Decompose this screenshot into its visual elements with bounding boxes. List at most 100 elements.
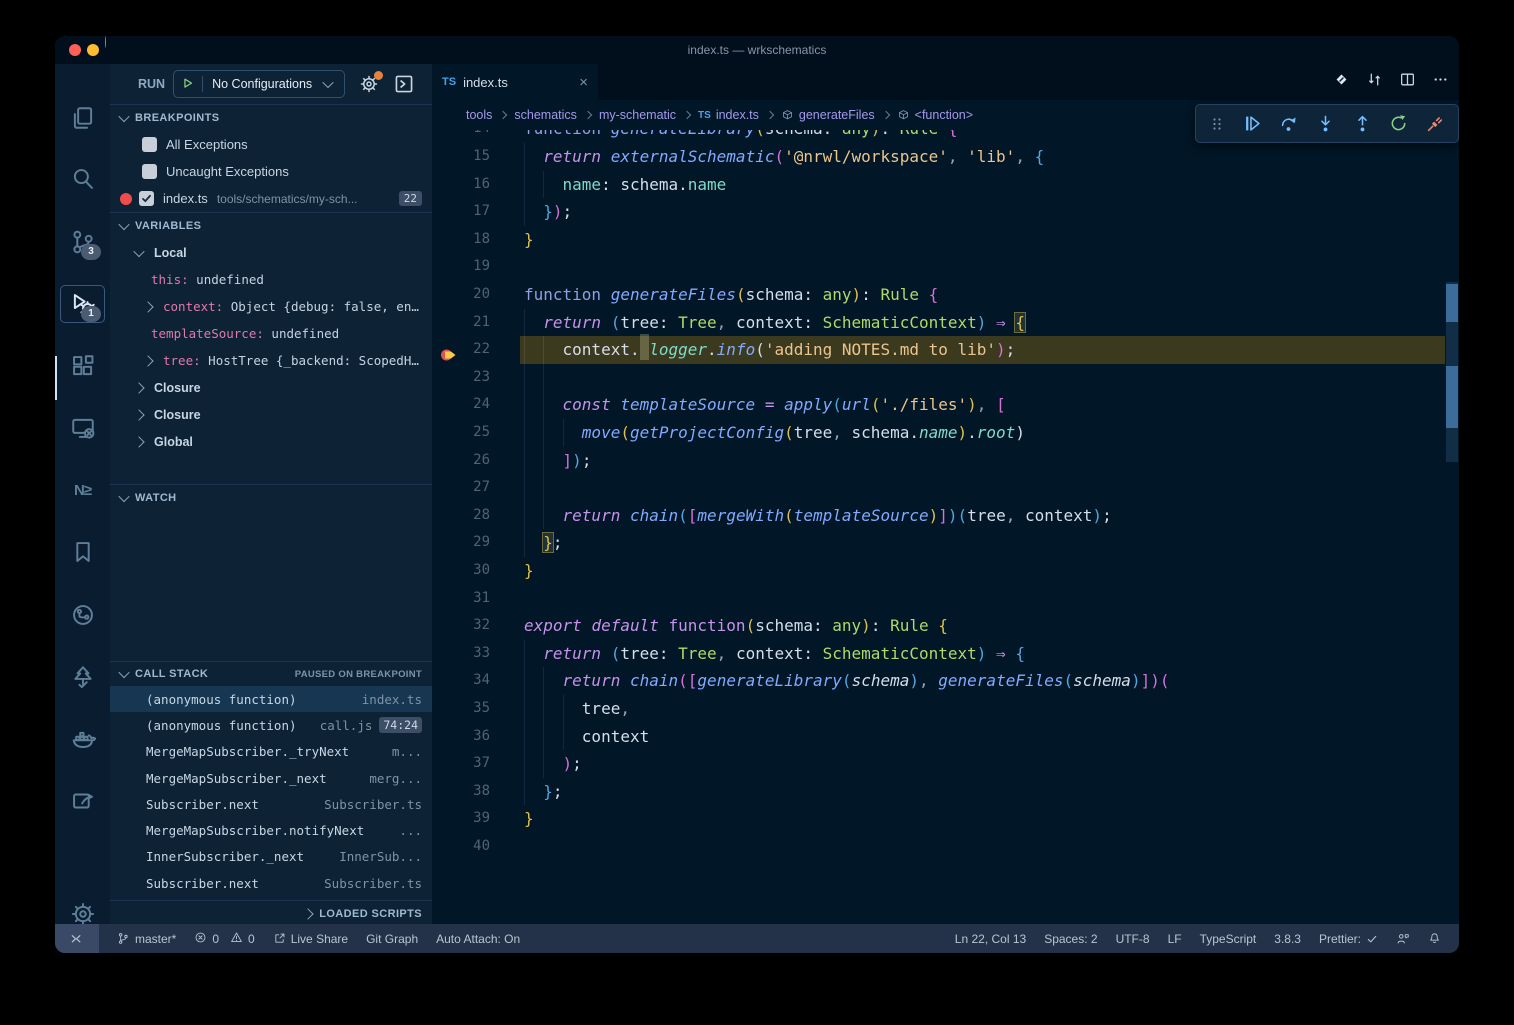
status-item[interactable]: TypeScript <box>1186 932 1257 946</box>
step-over-button[interactable] <box>1279 114 1298 133</box>
code-line-20[interactable]: 20function generateFiles(schema: any): R… <box>432 281 1445 309</box>
status-item[interactable] <box>1414 932 1441 945</box>
code-line-31[interactable]: 31 <box>432 585 1445 613</box>
status-item[interactable]: Git Graph <box>366 932 418 946</box>
code-line-26[interactable]: 26 ]); <box>432 447 1445 475</box>
breadcrumb-item[interactable]: tools <box>466 108 492 122</box>
line-number[interactable]: 23 <box>432 364 490 392</box>
open-debug-console-button[interactable] <box>393 73 415 95</box>
code-line-35[interactable]: 35 tree, <box>432 695 1445 723</box>
breadcrumb-item[interactable]: my-schematic <box>599 108 676 122</box>
breadcrumb-item[interactable]: generateFiles <box>781 108 875 122</box>
line-number[interactable]: 16 <box>432 171 490 199</box>
call-stack-header[interactable]: CALL STACK PAUSED ON BREAKPOINT <box>110 661 432 686</box>
code-line-27[interactable]: 27 <box>432 474 1445 502</box>
code-line-37[interactable]: 37 ); <box>432 750 1445 778</box>
split-editor-icon[interactable] <box>1399 71 1416 88</box>
sidebar-item-test-tree[interactable] <box>55 653 110 701</box>
sidebar-item-project-share[interactable] <box>55 777 110 825</box>
line-number[interactable]: 35 <box>432 695 490 723</box>
loaded-scripts-header[interactable]: LOADED SCRIPTS <box>110 900 432 927</box>
status-problems[interactable]: 00 <box>194 931 254 947</box>
line-number[interactable]: 29 <box>432 529 490 557</box>
code-line-21[interactable]: 21 return (tree: Tree, context: Schemati… <box>432 309 1445 337</box>
watch-header[interactable]: WATCH <box>110 484 432 511</box>
code-line-29[interactable]: 29 }; <box>432 529 1445 557</box>
breadcrumb-item[interactable]: <function> <box>897 108 973 122</box>
status-item[interactable] <box>1382 932 1410 946</box>
line-number[interactable]: 27 <box>432 474 490 502</box>
code-line-19[interactable]: 19 <box>432 253 1445 281</box>
code-line-24[interactable]: 24 const templateSource = apply(url('./f… <box>432 391 1445 419</box>
open-changes-icon[interactable] <box>1333 71 1350 88</box>
line-number[interactable]: 36 <box>432 723 490 751</box>
compare-changes-icon[interactable] <box>1366 71 1383 88</box>
variable-row[interactable]: context: Object {debug: false, en… <box>110 293 432 320</box>
call-stack-frame[interactable]: MergeMapSubscriber._tryNextm... <box>110 739 432 765</box>
breadcrumb-item[interactable]: TSindex.ts <box>698 108 759 122</box>
breakpoints-header[interactable]: BREAKPOINTS <box>110 104 432 131</box>
line-number[interactable]: 19 <box>432 253 490 281</box>
variables-header[interactable]: VARIABLES <box>110 212 432 239</box>
status-item[interactable]: Spaces: 2 <box>1030 932 1097 946</box>
code-line-39[interactable]: 39} <box>432 805 1445 833</box>
disconnect-button[interactable] <box>1426 114 1445 133</box>
code-line-32[interactable]: 32export default function(schema: any): … <box>432 612 1445 640</box>
debug-settings-button[interactable] <box>359 74 379 94</box>
line-number[interactable]: 38 <box>432 778 490 806</box>
line-number[interactable]: 33 <box>432 640 490 668</box>
line-number[interactable]: 39 <box>432 805 490 833</box>
code-area[interactable]: 14function generateLibrary(schema: any):… <box>432 64 1459 924</box>
code-line-30[interactable]: 30} <box>432 557 1445 585</box>
call-stack-frame[interactable]: MergeMapSubscriber.notifyNext... <box>110 817 432 843</box>
status-item[interactable]: 3.8.3 <box>1260 932 1301 946</box>
breakpoint-item[interactable]: Uncaught Exceptions <box>110 158 432 185</box>
remote-indicator[interactable] <box>55 924 99 953</box>
code-line-22[interactable]: 22 context.logger.info('adding NOTES.md … <box>432 336 1445 364</box>
breakpoint-checkbox[interactable] <box>142 137 157 152</box>
code-line-34[interactable]: 34 return chain([generateLibrary(schema)… <box>432 667 1445 695</box>
breadcrumb-item[interactable]: schematics <box>514 108 577 122</box>
call-stack-frame[interactable]: MergeMapSubscriber._nextmerg... <box>110 765 432 791</box>
step-into-button[interactable] <box>1316 114 1335 133</box>
step-out-button[interactable] <box>1353 114 1372 133</box>
variable-row[interactable]: templateSource: undefined <box>110 320 432 347</box>
line-number[interactable]: 32 <box>432 612 490 640</box>
code-line-18[interactable]: 18} <box>432 226 1445 254</box>
breakpoint-item[interactable]: index.tstools/schematics/my-sch...22 <box>110 185 432 212</box>
variable-row[interactable]: this: undefined <box>110 266 432 293</box>
variables-scope-row[interactable]: Local <box>110 239 432 266</box>
restart-button[interactable] <box>1389 114 1408 133</box>
line-number[interactable]: 17 <box>432 198 490 226</box>
call-stack-frame[interactable]: Subscriber.nextSubscriber.ts <box>110 791 432 817</box>
variable-row[interactable]: tree: HostTree {_backend: ScopedH… <box>110 347 432 374</box>
line-number[interactable]: 34 <box>432 667 490 695</box>
line-number[interactable]: 20 <box>432 281 490 309</box>
line-number[interactable]: 40 <box>432 833 490 861</box>
code-line-33[interactable]: 33 return (tree: Tree, context: Schemati… <box>432 640 1445 668</box>
call-stack-frame[interactable]: InnerSubscriber._nextInnerSub... <box>110 844 432 870</box>
tab-index-ts[interactable]: TS index.ts × <box>432 64 598 100</box>
call-stack-frame[interactable]: (anonymous function)index.ts <box>110 686 432 712</box>
continue-button[interactable] <box>1243 114 1262 133</box>
line-number[interactable]: 15 <box>432 143 490 171</box>
call-stack-frame[interactable]: Subscriber.nextSubscriber.ts <box>110 870 432 896</box>
breakpoint-checkbox[interactable] <box>139 191 154 206</box>
call-stack-frame[interactable]: (anonymous function)call.js74:24 <box>110 712 432 738</box>
code-line-40[interactable]: 40 <box>432 833 1445 861</box>
code-line-28[interactable]: 28 return chain([mergeWith(templateSourc… <box>432 502 1445 530</box>
line-number[interactable]: 31 <box>432 585 490 613</box>
code-line-23[interactable]: 23 <box>432 364 1445 392</box>
launch-configuration-dropdown[interactable]: No Configurations <box>173 70 345 98</box>
variables-scope-row[interactable]: Global <box>110 428 432 455</box>
line-number[interactable]: 37 <box>432 750 490 778</box>
line-number[interactable]: 26 <box>432 447 490 475</box>
status-item[interactable]: Ln 22, Col 13 <box>941 932 1026 946</box>
status-item[interactable]: LF <box>1154 932 1182 946</box>
sidebar-item-docker[interactable] <box>55 715 110 763</box>
status-item[interactable]: UTF-8 <box>1102 932 1150 946</box>
variables-scope-row[interactable]: Closure <box>110 401 432 428</box>
breakpoint-checkbox[interactable] <box>142 164 157 179</box>
code-line-38[interactable]: 38 }; <box>432 778 1445 806</box>
line-number[interactable]: 25 <box>432 419 490 447</box>
